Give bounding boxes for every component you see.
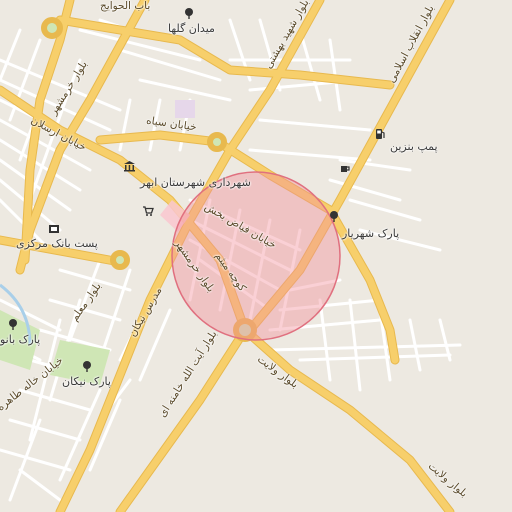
cafe-icon[interactable] — [339, 163, 353, 177]
place-label-post-bank: پست بانک مرکزی — [16, 237, 98, 250]
map-canvas[interactable]: باب الحوایج میدان گلها بلوار شهید بهشتی … — [0, 0, 512, 512]
road-label-bab-alhavayej: باب الحوایج — [100, 0, 151, 12]
tree-icon[interactable] — [81, 360, 95, 374]
government-icon[interactable] — [123, 160, 137, 174]
place-label-pomp-benzin: پمپ بنزین — [390, 140, 438, 153]
place-label-park-banoo: پارک بانو — [0, 333, 41, 346]
fuel-pump-icon[interactable] — [374, 128, 388, 142]
shopping-cart-icon[interactable] — [142, 205, 156, 219]
place-label-meydan-golha: میدان گلها — [168, 22, 215, 35]
tree-icon[interactable] — [328, 210, 342, 224]
bank-icon[interactable] — [48, 223, 62, 237]
place-label-shahrdari: شهرداری شهرستان ابهر — [140, 176, 251, 189]
place-label-park-shahriar: پارک شهریار — [342, 227, 400, 240]
place-label-park-nikan: پارک نیکان — [62, 375, 111, 388]
tree-icon[interactable] — [7, 318, 21, 332]
tree-icon[interactable] — [183, 7, 197, 21]
